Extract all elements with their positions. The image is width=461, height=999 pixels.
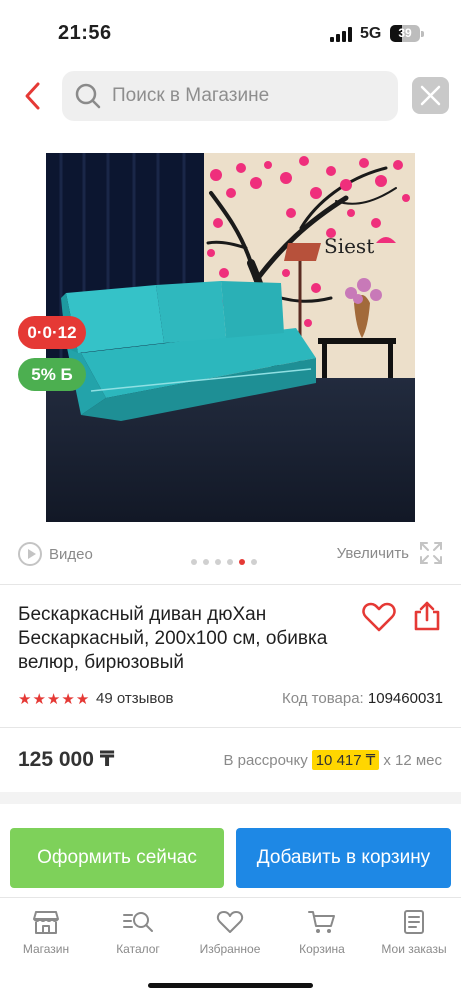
expand-icon: [420, 542, 442, 564]
back-button[interactable]: [18, 78, 50, 114]
network-label: 5G: [360, 25, 382, 42]
slide-dot[interactable]: [215, 559, 221, 565]
chevron-left-icon: [25, 82, 40, 110]
tab-shop[interactable]: Магазин: [0, 908, 92, 956]
bonus-badge: 5% Б: [18, 358, 86, 391]
installment-info[interactable]: В рассрочку 10 417 ₸ х 12 мес: [223, 750, 442, 770]
tab-cart[interactable]: Корзина: [276, 908, 368, 956]
tab-label: Магазин: [22, 942, 70, 956]
product-title: Бескаркасный диван дюХан Бескаркасный, 2…: [18, 604, 328, 673]
video-label: Видео: [49, 545, 93, 563]
rating-stars: ★ ★ ★ ★ ★: [18, 690, 89, 708]
rating-row: ★ ★ ★ ★ ★ 49 отзывов Код товара: 109460031: [18, 689, 443, 709]
tab-label: Корзина: [299, 942, 345, 956]
play-icon: [18, 542, 42, 566]
slide-dot[interactable]: [191, 559, 197, 565]
star-icon: ★: [75, 691, 90, 708]
section-separator: [0, 792, 461, 804]
slide-dot[interactable]: [251, 559, 257, 565]
divider: [0, 584, 461, 585]
star-icon: ★: [61, 691, 75, 708]
product-code-label: Код товара:: [282, 690, 364, 707]
product-image[interactable]: Siest: [46, 153, 415, 522]
battery-icon: 39: [390, 25, 420, 42]
divider: [0, 727, 461, 728]
tab-favorites[interactable]: Избранное: [184, 908, 276, 956]
battery-tip: [421, 31, 424, 37]
installment-amount: 10 417 ₸: [311, 750, 380, 770]
tab-label: Избранное: [199, 942, 261, 956]
add-to-cart-button[interactable]: Добавить в корзину: [236, 828, 451, 888]
share-icon: [414, 601, 440, 631]
share-button[interactable]: [412, 600, 442, 632]
star-icon: ★: [46, 691, 61, 708]
star-icon: ★: [18, 691, 32, 708]
favorite-button[interactable]: [362, 601, 396, 633]
orders-icon: [404, 910, 424, 934]
signal-icon: [330, 26, 354, 42]
reviews-link[interactable]: 49 отзывов: [96, 690, 174, 707]
slide-dot[interactable]: [239, 559, 245, 565]
battery-level: 39: [398, 26, 412, 40]
home-indicator: [148, 983, 313, 988]
sign-text: Siest: [324, 234, 374, 258]
slide-dot[interactable]: [227, 559, 233, 565]
search-bar[interactable]: [62, 71, 398, 121]
shop-icon: [33, 911, 59, 934]
slide-dot[interactable]: [203, 559, 209, 565]
zoom-label: Увеличить: [336, 544, 409, 562]
status-time: 21:56: [58, 22, 112, 44]
product-price: 125 000 ₸: [18, 748, 115, 771]
buy-now-button[interactable]: Оформить сейчас: [10, 828, 224, 888]
timer-badge: 0·0·12: [18, 316, 86, 349]
status-bar: 21:56 5G 39: [0, 0, 461, 60]
product-photo: Siest: [46, 153, 415, 522]
search-input[interactable]: [112, 71, 382, 121]
catalog-search-icon: [123, 912, 153, 932]
close-icon: [420, 85, 441, 106]
tab-orders[interactable]: Мои заказы: [368, 908, 460, 956]
installment-suffix: х 12 мес: [383, 751, 442, 769]
video-button[interactable]: Видео: [18, 541, 93, 567]
tab-label: Каталог: [116, 942, 160, 956]
tab-label: Мои заказы: [381, 942, 447, 956]
star-icon: ★: [32, 691, 46, 708]
close-search-button[interactable]: [412, 77, 449, 114]
zoom-button[interactable]: Увеличить: [337, 541, 443, 565]
product-code-value: 109460031: [367, 690, 443, 707]
search-icon: [75, 83, 101, 109]
installment-prefix: В рассрочку: [223, 751, 308, 769]
heart-icon: [216, 911, 244, 933]
slide-indicator: [191, 559, 257, 565]
product-code: Код товара: 109460031: [282, 690, 443, 707]
heart-icon: [362, 602, 396, 632]
cart-icon: [308, 911, 335, 933]
tab-catalog[interactable]: Каталог: [92, 908, 184, 956]
